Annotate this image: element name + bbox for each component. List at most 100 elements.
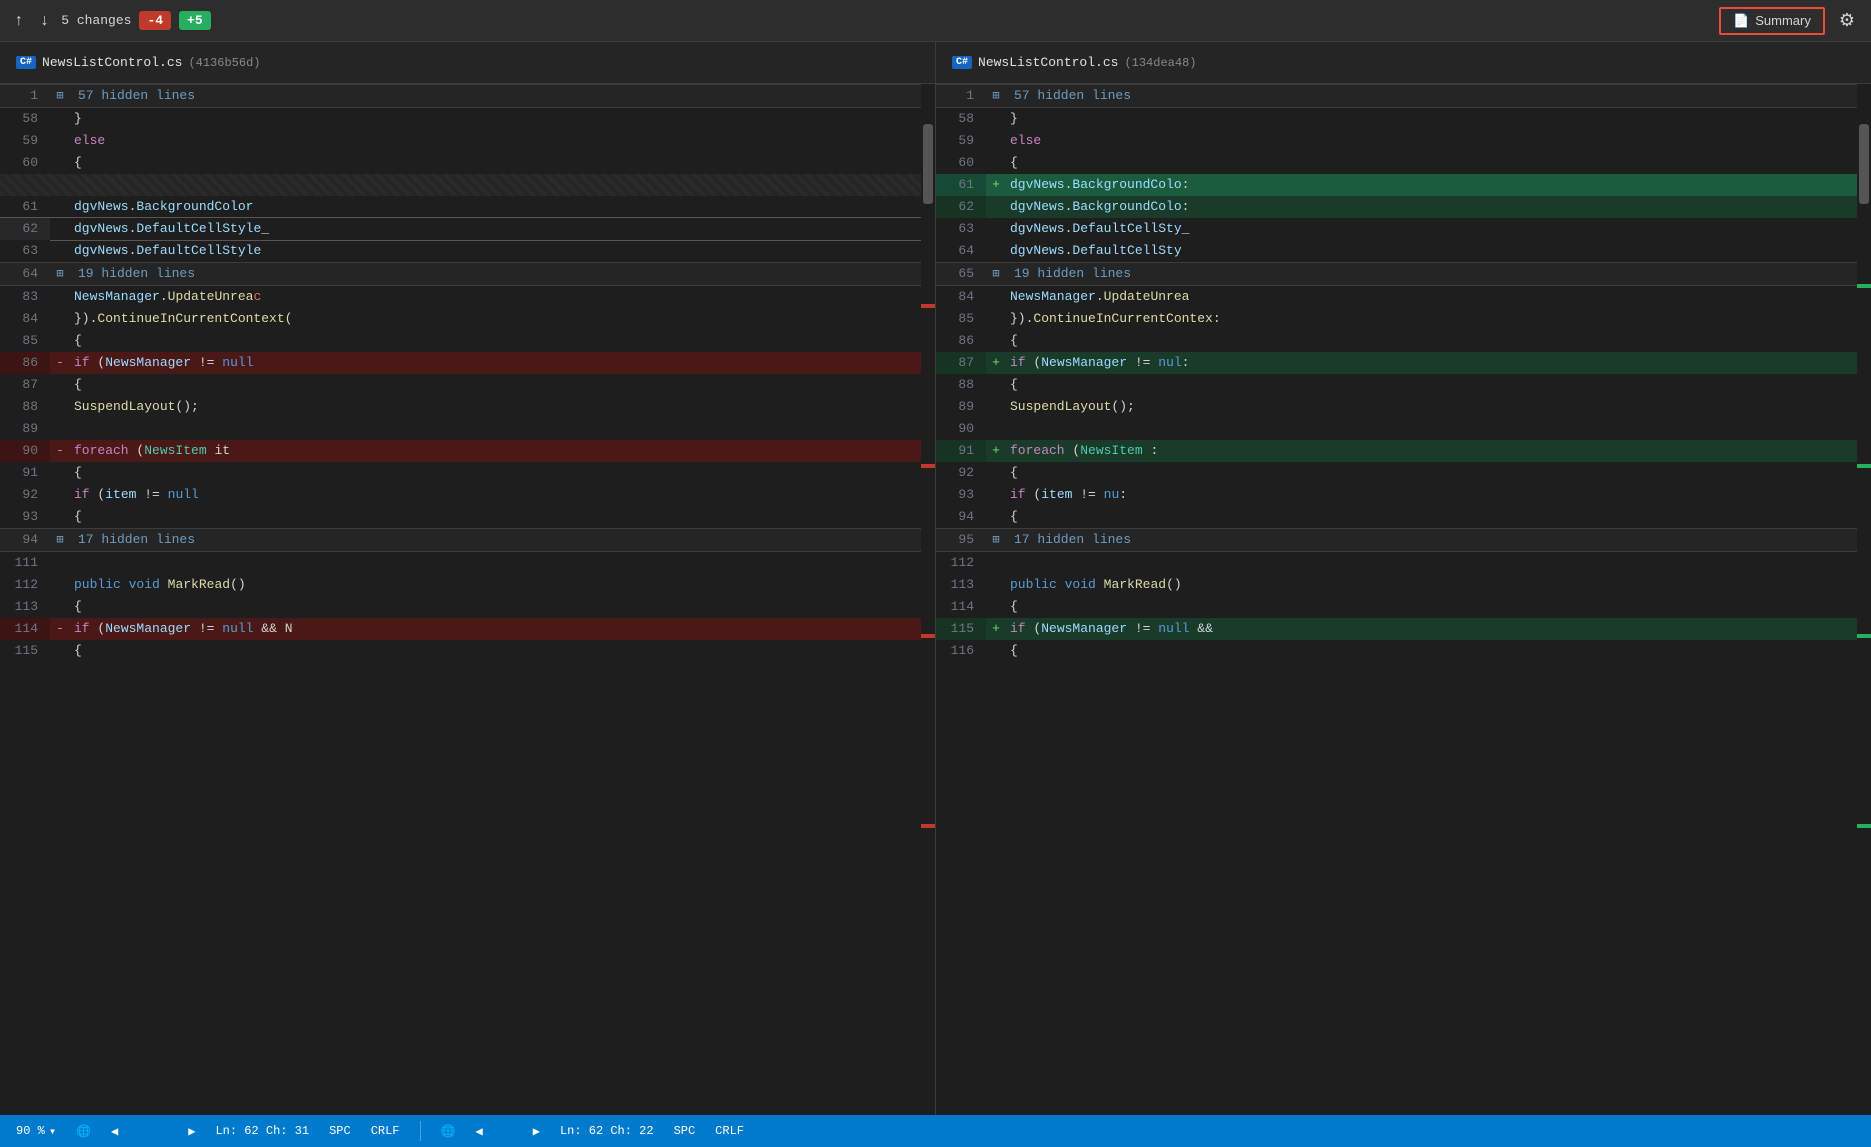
table-row: 61 dgvNews.BackgroundColor [0, 196, 935, 218]
expand-icon: ⊞ [56, 533, 63, 547]
table-row[interactable]: 95 ⊞ 17 hidden lines [936, 528, 1871, 552]
left-encoding[interactable]: SPC [323, 1115, 357, 1147]
zoom-control[interactable]: 90 % ▾ [10, 1115, 62, 1147]
scroll-marker [921, 464, 935, 468]
zoom-level: 90 % [16, 1124, 45, 1138]
summary-icon: 📄 [1733, 13, 1749, 29]
summary-button[interactable]: 📄 Summary [1719, 7, 1825, 35]
scroll-marker [921, 304, 935, 308]
table-row: 112 [936, 552, 1871, 574]
right-code-area: 1 ⊞ 57 hidden lines 58 } 59 [936, 84, 1871, 1115]
table-row: 58 } [0, 108, 935, 130]
right-encoding[interactable]: SPC [668, 1115, 702, 1147]
table-row: 114 - if (NewsManager != null && N [0, 618, 935, 640]
table-row: 59 else [936, 130, 1871, 152]
expand-icon: ⊞ [56, 89, 63, 103]
expand-icon: ⊞ [992, 267, 999, 281]
encoding-selector[interactable]: 🌐 [70, 1115, 97, 1147]
table-row[interactable]: 1 ⊞ 57 hidden lines [0, 84, 935, 108]
right-file-hash: (134dea48) [1124, 56, 1196, 70]
table-row: 63 dgvNews.DefaultCellSty_ [936, 218, 1871, 240]
table-row: 86 - if (NewsManager != null [0, 352, 935, 374]
expand-icon: ⊞ [992, 533, 999, 547]
file-headers: C# NewsListControl.cs (4136b56d) C# News… [0, 42, 1871, 84]
table-row: 113 { [0, 596, 935, 618]
table-row: 88 { [936, 374, 1871, 396]
table-row: 115 + if (NewsManager != null && [936, 618, 1871, 640]
status-divider [420, 1121, 421, 1141]
table-row: 94 { [936, 506, 1871, 528]
left-code-area: 1 ⊞ 57 hidden lines 58 } 59 [0, 84, 935, 1115]
right-file-name: NewsListControl.cs [978, 55, 1118, 70]
removed-count-badge: -4 [139, 11, 171, 30]
diff-container: 1 ⊞ 57 hidden lines 58 } 59 [0, 84, 1871, 1115]
table-row: 64 dgvNews.DefaultCellSty [936, 240, 1871, 262]
left-position: Ln: 62 Ch: 31 [209, 1115, 315, 1147]
table-row: 61 + dgvNews.BackgroundColo: [936, 174, 1871, 196]
right-diff-panel[interactable]: 1 ⊞ 57 hidden lines 58 } 59 [936, 84, 1871, 1115]
scroll-marker [921, 634, 935, 638]
table-row[interactable]: 64 ⊞ 19 hidden lines [0, 262, 935, 286]
toolbar: ↑ ↓ 5 changes -4 +5 📄 Summary ⚙ [0, 0, 1871, 42]
right-scroll-left[interactable]: ◀ [469, 1115, 488, 1147]
up-arrow-button[interactable]: ↑ [10, 10, 28, 32]
expand-icon: ⊞ [992, 89, 999, 103]
table-row: 90 - foreach (NewsItem it [0, 440, 935, 462]
scroll-marker [1857, 284, 1871, 288]
scroll-left-button[interactable]: ◀ [105, 1115, 124, 1147]
left-scrollbar[interactable] [921, 84, 935, 1115]
table-row: 93 if (item != nu: [936, 484, 1871, 506]
zoom-dropdown-icon: ▾ [49, 1124, 56, 1139]
table-row: 58 } [936, 108, 1871, 130]
scroll-marker [921, 824, 935, 828]
scroll-marker [1857, 634, 1871, 638]
expand-icon: ⊞ [56, 267, 63, 281]
right-scroll-right[interactable]: ▶ [527, 1115, 546, 1147]
settings-button[interactable]: ⚙ [1833, 8, 1861, 33]
right-scrollbar[interactable] [1857, 84, 1871, 1115]
table-row: 111 [0, 552, 935, 574]
table-row: 115 { [0, 640, 935, 662]
left-file-name: NewsListControl.cs [42, 55, 182, 70]
scroll-marker [1857, 464, 1871, 468]
table-row[interactable]: 94 ⊞ 17 hidden lines [0, 528, 935, 552]
table-row: 86 { [936, 330, 1871, 352]
table-row: 85 { [0, 330, 935, 352]
left-file-hash: (4136b56d) [188, 56, 260, 70]
table-row: 113 public void MarkRead() [936, 574, 1871, 596]
table-row: 91 { [0, 462, 935, 484]
right-cs-icon: C# [952, 56, 972, 69]
left-status-bar: 90 % ▾ 🌐 ◀ ▶ Ln: 62 Ch: 31 SPC CRLF 🌐 ◀ … [10, 1115, 1861, 1147]
table-row: 90 [936, 418, 1871, 440]
left-diff-panel[interactable]: 1 ⊞ 57 hidden lines 58 } 59 [0, 84, 936, 1115]
table-row: 92 if (item != null [0, 484, 935, 506]
table-row: 62 dgvNews.DefaultCellStyle_ [0, 218, 935, 240]
added-count-badge: +5 [179, 11, 211, 30]
left-cs-icon: C# [16, 56, 36, 69]
table-row: 59 else [0, 130, 935, 152]
table-row: 89 SuspendLayout(); [936, 396, 1871, 418]
table-row: 62 dgvNews.BackgroundColo: [936, 196, 1871, 218]
table-row [0, 174, 935, 196]
right-encoding-icon[interactable]: 🌐 [435, 1115, 462, 1147]
table-row[interactable]: 65 ⊞ 19 hidden lines [936, 262, 1871, 286]
left-line-ending[interactable]: CRLF [365, 1115, 406, 1147]
table-row[interactable]: 1 ⊞ 57 hidden lines [936, 84, 1871, 108]
table-row: 93 { [0, 506, 935, 528]
table-row: 60 { [936, 152, 1871, 174]
scroll-right-button[interactable]: ▶ [182, 1115, 201, 1147]
down-arrow-button[interactable]: ↓ [36, 10, 54, 32]
table-row: 114 { [936, 596, 1871, 618]
scroll-marker [1857, 824, 1871, 828]
left-file-header: C# NewsListControl.cs (4136b56d) [0, 42, 936, 83]
table-row: 89 [0, 418, 935, 440]
table-row: 60 { [0, 152, 935, 174]
table-row: 63 dgvNews.DefaultCellStyle [0, 240, 935, 262]
table-row: 112 public void MarkRead() [0, 574, 935, 596]
right-line-ending[interactable]: CRLF [709, 1115, 750, 1147]
table-row: 87 { [0, 374, 935, 396]
table-row: 116 { [936, 640, 1871, 662]
table-row: 87 + if (NewsManager != nul: [936, 352, 1871, 374]
table-row: 85 }).ContinueInCurrentContex: [936, 308, 1871, 330]
table-row: 84 NewsManager.UpdateUnrea [936, 286, 1871, 308]
